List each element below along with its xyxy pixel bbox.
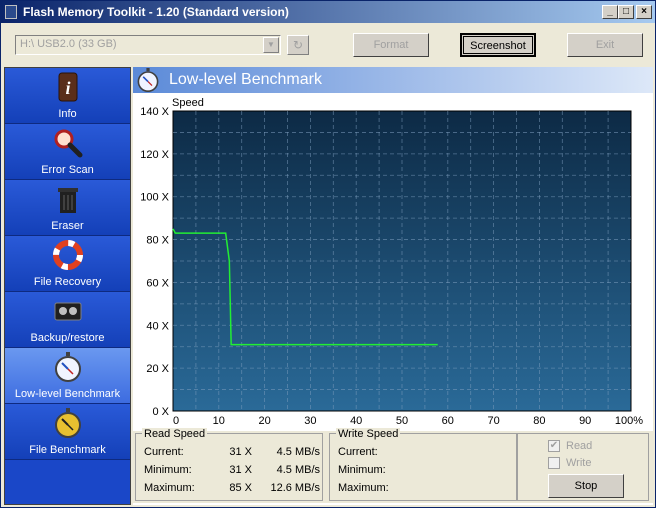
write-maximum-row: Maximum: — [338, 482, 514, 496]
svg-text:i: i — [65, 78, 70, 98]
write-checkbox-label: Write — [566, 457, 592, 469]
stopwatch-icon — [137, 68, 159, 92]
sidebar-item-low-level-benchmark[interactable]: Low-level Benchmark — [5, 348, 130, 404]
sidebar-item-label: File Recovery — [33, 276, 102, 288]
write-speed-title: Write Speed — [336, 428, 401, 440]
sidebar-item-label: Eraser — [51, 220, 84, 232]
stat-label: Minimum: — [338, 464, 386, 476]
stat-mbps-value: 12.6 MB/s — [270, 482, 320, 494]
minimize-button[interactable]: _ — [602, 5, 618, 19]
y-tick-label: 80 X — [146, 235, 169, 247]
sidebar: i Info Error Scan Eraser File Recovery B… — [4, 67, 131, 505]
x-tick-label: 40 — [350, 415, 362, 427]
checkbox-box[interactable]: ✔ — [548, 440, 560, 452]
x-tick-label: 50 — [396, 415, 408, 427]
stat-label: Current: — [144, 446, 184, 458]
stat-label: Maximum: — [144, 482, 195, 494]
refresh-button[interactable]: ↻ — [287, 35, 309, 55]
y-tick-label: 120 X — [140, 149, 169, 161]
read-current-row: Current: 31 X 4.5 MB/s — [144, 446, 320, 460]
y-tick-label: 20 X — [146, 363, 169, 375]
y-axis: 0 X 20 X 40 X 60 X 80 X 100 X 120 X 140 X — [140, 106, 169, 418]
stat-mbps-value: 4.5 MB/s — [276, 464, 320, 476]
sidebar-item-label: Info — [58, 108, 77, 120]
write-speed-group: Write Speed Current: Minimum: Maximum: — [329, 428, 517, 501]
drive-select[interactable]: H:\ USB2.0 (33 GB) ▼ — [15, 35, 281, 55]
stat-x-value: 85 X — [229, 482, 252, 494]
stopwatch-gold-icon — [55, 408, 81, 438]
stop-button[interactable]: Stop — [548, 474, 624, 498]
x-tick-label: 90 — [579, 415, 591, 427]
x-tick-label: 0 — [173, 415, 179, 427]
sidebar-item-info[interactable]: i Info — [5, 68, 130, 124]
read-speed-group: Read Speed Current: 31 X 4.5 MB/s Minimu… — [135, 428, 323, 501]
write-minimum-row: Minimum: — [338, 464, 514, 478]
close-button[interactable]: × — [636, 5, 652, 19]
x-axis: 0 10 20 30 40 50 60 70 80 90 100% — [173, 415, 643, 427]
y-tick-label: 0 X — [152, 406, 169, 418]
y-tick-label: 60 X — [146, 277, 169, 289]
stats-area: Read Speed Current: 31 X 4.5 MB/s Minimu… — [133, 428, 653, 503]
y-tick-label: 100 X — [140, 192, 169, 204]
sidebar-item-label: Backup/restore — [30, 332, 105, 344]
sidebar-item-error-scan[interactable]: Error Scan — [5, 124, 130, 180]
read-speed-title: Read Speed — [142, 428, 208, 440]
exit-button[interactable]: Exit — [567, 33, 643, 57]
x-tick-label: 60 — [442, 415, 454, 427]
stat-x-value: 31 X — [229, 464, 252, 476]
info-icon: i — [58, 72, 78, 102]
sidebar-item-backup-restore[interactable]: Backup/restore — [5, 292, 130, 348]
sidebar-item-file-benchmark[interactable]: File Benchmark — [5, 404, 130, 460]
trash-icon — [58, 188, 78, 213]
stat-label: Minimum: — [144, 464, 192, 476]
toolbar: H:\ USB2.0 (33 GB) ▼ ↻ Format Screenshot… — [1, 23, 655, 65]
sidebar-item-eraser[interactable]: Eraser — [5, 180, 130, 236]
y-tick-label: 140 X — [140, 106, 169, 118]
app-window: Flash Memory Toolkit - 1.20 (Standard ve… — [0, 0, 656, 508]
speed-chart: 0 X 20 X 40 X 60 X 80 X 100 X 120 X 140 X 0 10 20… — [140, 106, 643, 427]
write-current-row: Current: — [338, 446, 514, 460]
chevron-down-icon[interactable]: ▼ — [263, 37, 279, 53]
x-tick-label: 10 — [213, 415, 225, 427]
x-tick-label: 70 — [487, 415, 499, 427]
options-group: ✔ Read Write Stop — [517, 433, 649, 501]
benchmark-panel: Low-level Benchmark Speed 0 X 20 X 40 X 60 … — [133, 67, 653, 505]
read-maximum-row: Maximum: 85 X 12.6 MB/s — [144, 482, 320, 496]
stat-label: Maximum: — [338, 482, 389, 494]
x-tick-label: 80 — [533, 415, 545, 427]
stat-label: Current: — [338, 446, 378, 458]
read-minimum-row: Minimum: 31 X 4.5 MB/s — [144, 464, 320, 478]
sidebar-item-label: Error Scan — [41, 164, 94, 176]
format-button[interactable]: Format — [353, 33, 429, 57]
title-bar[interactable]: Flash Memory Toolkit - 1.20 (Standard ve… — [1, 1, 655, 23]
sidebar-item-label: Low-level Benchmark — [14, 388, 121, 400]
panel-header: Low-level Benchmark — [133, 67, 653, 93]
page-title: Low-level Benchmark — [169, 71, 322, 88]
read-checkbox-label: Read — [566, 440, 593, 452]
x-tick-label: 30 — [304, 415, 316, 427]
x-tick-label: 100% — [615, 415, 643, 427]
y-tick-label: 40 X — [146, 320, 169, 332]
tape-icon — [54, 302, 82, 321]
x-tick-label: 20 — [258, 415, 270, 427]
window-title: Flash Memory Toolkit - 1.20 (Standard ve… — [23, 5, 289, 19]
stat-x-value: 31 X — [229, 446, 252, 458]
stopwatch-icon — [55, 352, 81, 382]
screenshot-button[interactable]: Screenshot — [460, 33, 536, 57]
lifebuoy-icon — [53, 240, 83, 270]
stat-mbps-value: 4.5 MB/s — [276, 446, 320, 458]
sidebar-item-file-recovery[interactable]: File Recovery — [5, 236, 130, 292]
checkbox-box[interactable] — [548, 457, 560, 469]
chart-grid — [173, 111, 631, 411]
app-icon — [5, 5, 17, 19]
sidebar-item-label: File Benchmark — [29, 444, 106, 456]
drive-select-value: H:\ USB2.0 (33 GB) — [20, 38, 117, 50]
maximize-button[interactable]: □ — [618, 5, 634, 19]
magnifier-icon — [54, 129, 83, 158]
refresh-icon: ↻ — [292, 38, 304, 52]
